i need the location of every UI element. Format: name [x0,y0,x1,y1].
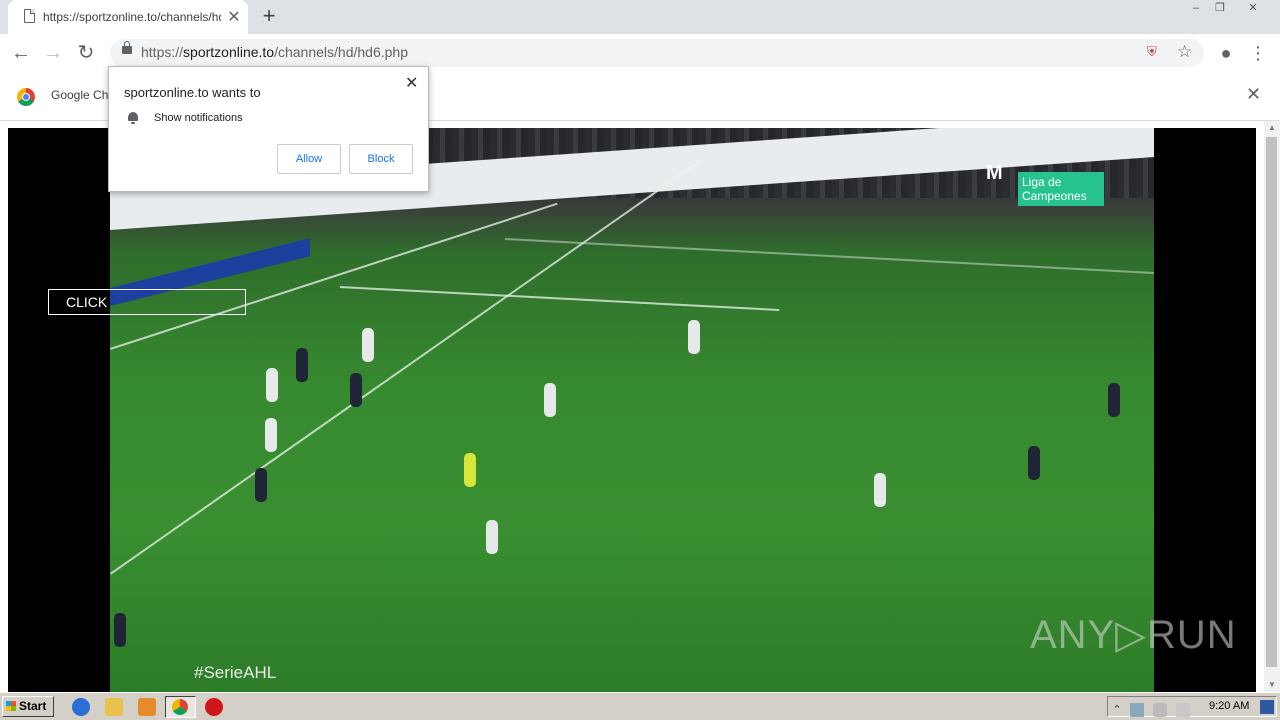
allow-button[interactable]: Allow [277,144,341,174]
start-label: Start [19,699,47,713]
opera-icon[interactable] [205,698,223,716]
forward-button[interactable]: → [40,40,66,66]
lock-icon[interactable] [122,41,132,54]
footballer [362,328,374,362]
chrome-logo-icon [17,88,35,106]
permission-text: Show notifications [154,112,243,124]
infobar-close-icon[interactable]: ✕ [1246,84,1261,105]
tab-strip: https://sportzonline.to/channels/hd/ ✕ +… [0,0,1280,34]
network-icon[interactable] [1130,703,1144,717]
show-desktop-icon[interactable] [1260,700,1274,714]
footballer [255,468,267,502]
pitch-line [339,286,780,312]
window-close-button[interactable]: ✕ [1235,0,1271,18]
notification-permission-dialog: sportzonline.to wants to ✕ Show notifica… [108,66,429,192]
account-icon[interactable]: ● [1213,40,1239,66]
footballer [486,520,498,554]
file-explorer-icon[interactable] [105,698,123,716]
dialog-title: sportzonline.to wants to [124,85,261,100]
footballer [544,383,556,417]
chrome-icon [172,699,188,715]
scroll-down-arrow-icon[interactable]: ▼ [1264,678,1280,692]
broadcaster-logo: M [986,162,1003,184]
url-path: /channels/hd/hd6.php [274,44,408,60]
page-icon [24,9,35,23]
url-scheme: https:// [141,44,184,60]
back-button[interactable]: ← [8,40,34,66]
windows-logo-icon [6,701,16,711]
pitch-line [504,238,1154,275]
scrollbar-thumb[interactable] [1266,137,1277,667]
menu-icon[interactable]: ⋮ [1245,40,1271,66]
media-player-icon[interactable] [138,698,156,716]
tab-close-icon[interactable]: ✕ [225,7,243,27]
scroll-up-arrow-icon[interactable]: ▲ [1264,121,1280,135]
bell-icon [127,112,139,124]
page-content: M Liga de Campeones #SerieAHL CLICK [0,121,1280,692]
clock[interactable]: 9:20 AM [1209,700,1249,712]
footballer [114,613,126,647]
footballer [874,473,886,507]
click-button[interactable]: CLICK [48,289,246,315]
volume-icon[interactable] [1153,703,1167,717]
footballer [266,368,278,402]
browser-tab[interactable]: https://sportzonline.to/channels/hd/ ✕ [8,0,248,34]
action-center-flag-icon[interactable] [1176,703,1190,717]
url-host: sportzonline.to [183,44,275,60]
footballer [1028,446,1040,480]
address-bar[interactable]: https://sportzonline.to/channels/hd/hd6.… [110,39,1204,67]
show-hidden-icons-icon[interactable]: ⌃ [1110,703,1124,717]
blocked-popup-icon[interactable]: ⛨ [1147,44,1157,60]
new-tab-button[interactable]: + [258,3,280,29]
video-frame[interactable]: M Liga de Campeones #SerieAHL [110,128,1154,692]
internet-explorer-icon[interactable] [72,698,90,716]
referee [464,453,476,487]
minimize-button[interactable]: – [1185,0,1207,18]
anyrun-watermark: ANY▷RUN [1030,613,1237,657]
infobar-text: Google Ch [51,88,109,102]
footballer [350,373,362,407]
footballer [265,418,277,452]
hashtag-overlay: #SerieAHL [194,663,277,682]
page-scrollbar[interactable]: ▲ ▼ [1264,121,1280,692]
bookmark-star-icon[interactable]: ☆ [1177,42,1192,62]
competition-badge: Liga de Campeones [1018,172,1104,206]
dialog-close-icon[interactable]: ✕ [405,73,418,93]
start-button[interactable]: Start [2,696,54,717]
tab-title: https://sportzonline.to/channels/hd/ [43,10,221,24]
block-button[interactable]: Block [349,144,413,174]
url-text[interactable]: https://sportzonline.to/channels/hd/hd6.… [141,44,408,60]
chrome-taskbar-button[interactable] [165,696,196,718]
maximize-button[interactable]: ❐ [1209,0,1231,18]
video-player[interactable]: M Liga de Campeones #SerieAHL [8,128,1256,692]
footballer [688,320,700,354]
footballer [296,348,308,382]
taskbar: Start ⌃ 9:20 AM [0,692,1280,720]
system-tray: ⌃ [1107,696,1277,717]
footballer [1108,383,1120,417]
reload-button[interactable]: ↻ [73,40,99,66]
